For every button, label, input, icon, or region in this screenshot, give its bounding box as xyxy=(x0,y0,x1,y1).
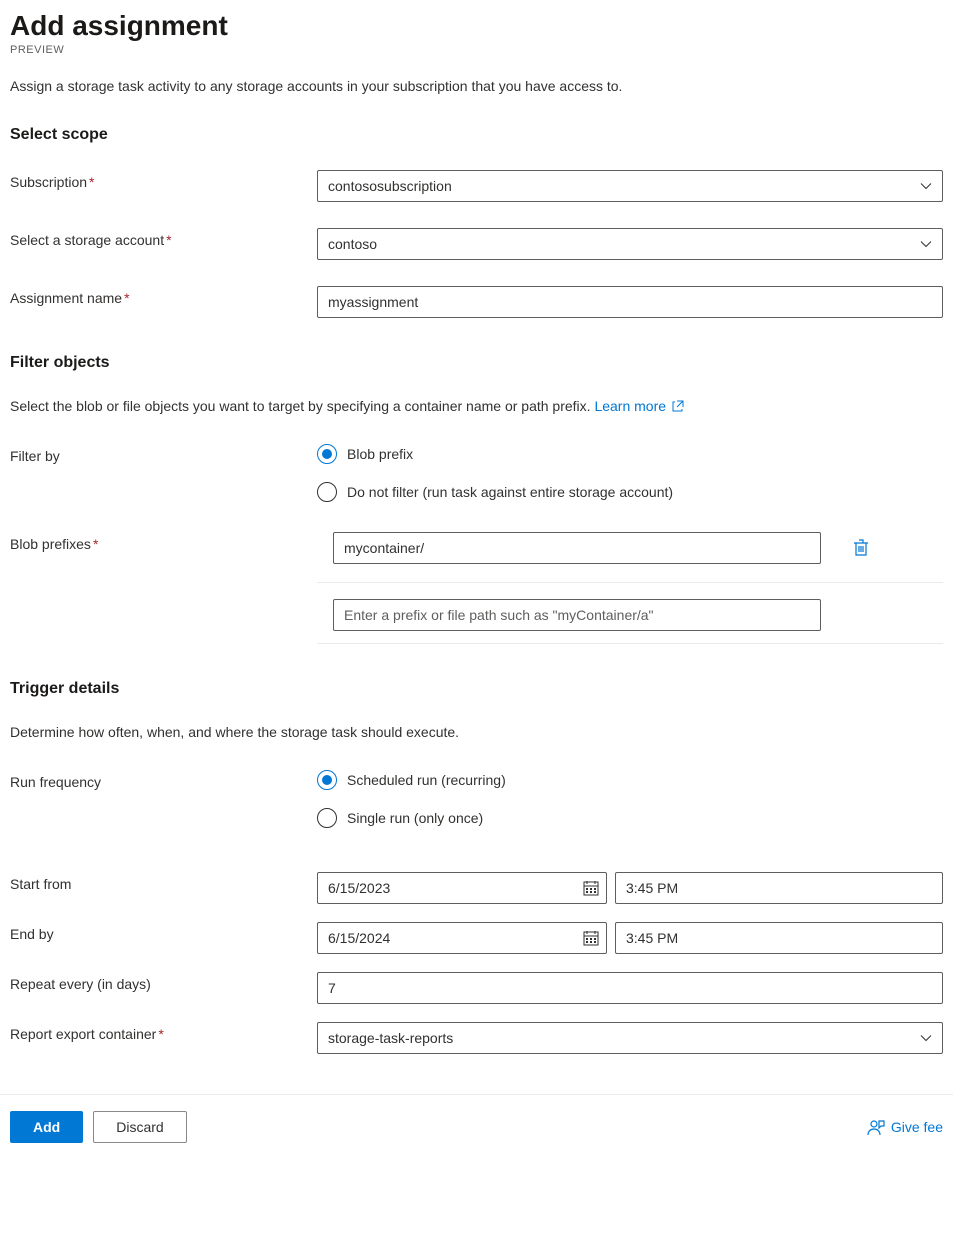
subscription-dropdown[interactable]: contososubscription xyxy=(317,170,943,202)
discard-button[interactable]: Discard xyxy=(93,1111,186,1143)
scheduled-run-label: Scheduled run (recurring) xyxy=(347,772,506,788)
scope-heading: Select scope xyxy=(10,126,943,144)
feedback-person-icon xyxy=(867,1118,885,1136)
blob-prefix-add-input[interactable] xyxy=(333,599,821,631)
storage-account-dropdown[interactable]: contoso xyxy=(317,228,943,260)
divider xyxy=(317,582,943,583)
storage-account-label: Select a storage account* xyxy=(10,228,317,248)
filter-no-filter-label: Do not filter (run task against entire s… xyxy=(347,484,673,500)
filter-blob-prefix-label: Blob prefix xyxy=(347,446,413,462)
assignment-name-label: Assignment name* xyxy=(10,286,317,306)
report-container-value: storage-task-reports xyxy=(328,1030,453,1046)
repeat-label: Repeat every (in days) xyxy=(10,972,317,992)
end-by-label: End by xyxy=(10,922,317,942)
trash-icon xyxy=(853,539,869,557)
subscription-value: contososubscription xyxy=(328,178,452,194)
trigger-heading: Trigger details xyxy=(10,680,943,698)
filter-blob-prefix-radio[interactable]: Blob prefix xyxy=(317,444,943,464)
blob-prefix-input[interactable] xyxy=(333,532,821,564)
single-run-radio[interactable]: Single run (only once) xyxy=(317,808,943,828)
chevron-down-icon xyxy=(920,238,932,250)
chevron-down-icon xyxy=(920,180,932,192)
storage-account-value: contoso xyxy=(328,236,377,252)
preview-label: PREVIEW xyxy=(10,44,943,56)
delete-prefix-button[interactable] xyxy=(849,535,873,561)
single-run-label: Single run (only once) xyxy=(347,810,483,826)
start-time-input[interactable] xyxy=(615,872,943,904)
filter-heading: Filter objects xyxy=(10,354,943,372)
filter-by-label: Filter by xyxy=(10,444,317,464)
divider xyxy=(317,643,943,644)
radio-unchecked-icon xyxy=(317,808,337,828)
give-feedback-label: Give fee xyxy=(891,1119,943,1135)
start-date-input[interactable] xyxy=(317,872,607,904)
report-container-label: Report export container* xyxy=(10,1022,317,1042)
give-feedback-link[interactable]: Give fee xyxy=(867,1118,943,1136)
report-container-dropdown[interactable]: storage-task-reports xyxy=(317,1022,943,1054)
blob-prefixes-label: Blob prefixes* xyxy=(10,532,317,552)
external-link-icon xyxy=(672,400,684,412)
trigger-desc: Determine how often, when, and where the… xyxy=(10,724,943,740)
intro-text: Assign a storage task activity to any st… xyxy=(10,78,943,94)
radio-checked-icon xyxy=(317,444,337,464)
radio-unchecked-icon xyxy=(317,482,337,502)
run-frequency-label: Run frequency xyxy=(10,770,317,790)
learn-more-link[interactable]: Learn more xyxy=(594,398,683,414)
end-time-input[interactable] xyxy=(615,922,943,954)
chevron-down-icon xyxy=(920,1032,932,1044)
page-title: Add assignment xyxy=(10,10,943,42)
add-button[interactable]: Add xyxy=(10,1111,83,1143)
assignment-name-input[interactable] xyxy=(317,286,943,318)
repeat-input[interactable] xyxy=(317,972,943,1004)
subscription-label: Subscription* xyxy=(10,170,317,190)
filter-desc: Select the blob or file objects you want… xyxy=(10,398,943,414)
scheduled-run-radio[interactable]: Scheduled run (recurring) xyxy=(317,770,943,790)
start-from-label: Start from xyxy=(10,872,317,892)
filter-no-filter-radio[interactable]: Do not filter (run task against entire s… xyxy=(317,482,943,502)
end-date-input[interactable] xyxy=(317,922,607,954)
radio-checked-icon xyxy=(317,770,337,790)
blob-prefix-row xyxy=(317,532,943,564)
